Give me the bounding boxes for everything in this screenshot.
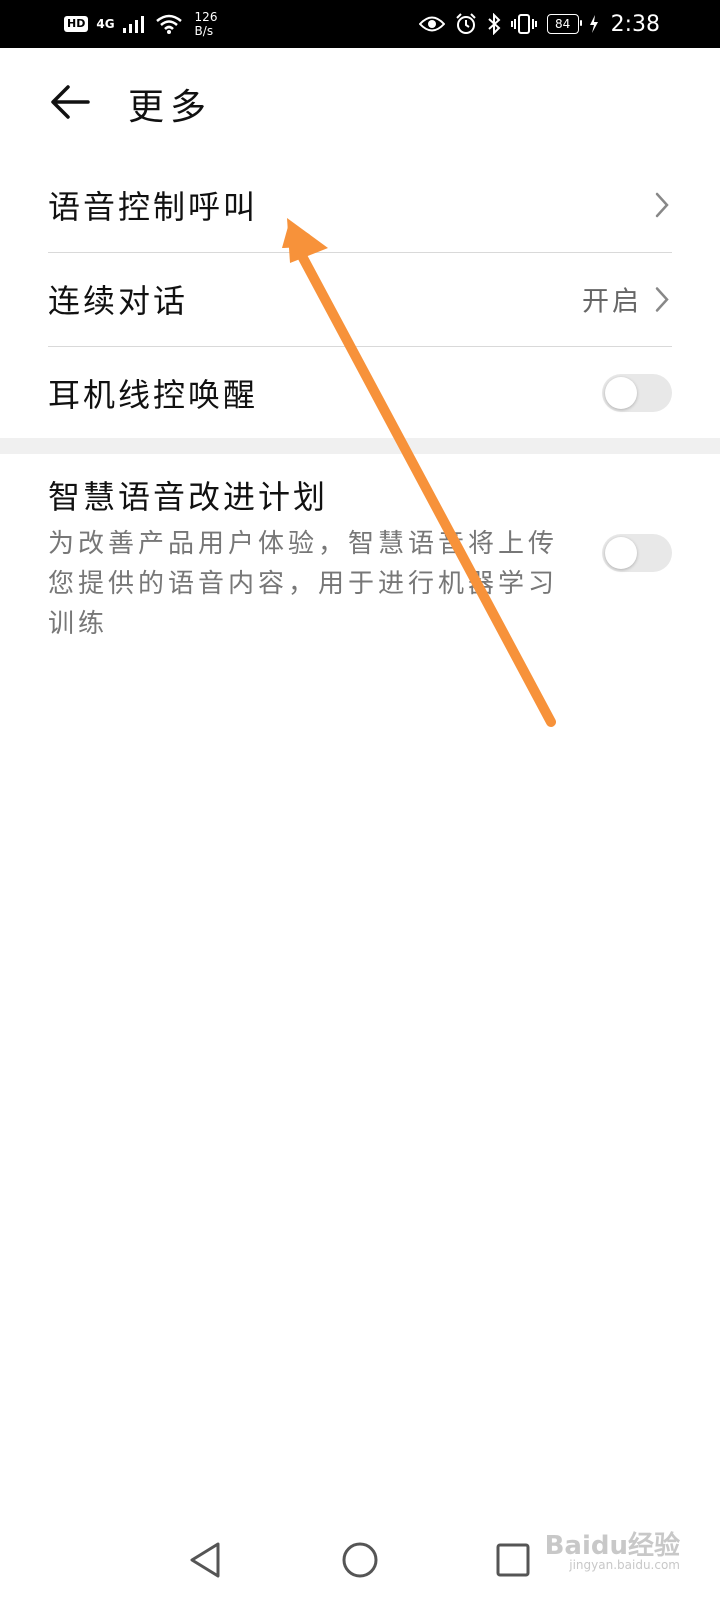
nav-recents-button[interactable] (485, 1532, 541, 1588)
charging-icon (589, 15, 598, 33)
status-right: 84 2:38 (418, 0, 660, 48)
eye-icon (418, 16, 445, 32)
chevron-right-icon (655, 192, 669, 218)
improvement-plan-toggle[interactable] (602, 534, 672, 572)
headset-wakeup-toggle[interactable] (602, 374, 672, 412)
circle-home-icon (342, 1542, 378, 1578)
toggle-knob (605, 537, 637, 569)
improvement-plan-setting: 智慧语音改进计划 为改善产品用户体验，智慧语音将上传您提供的语音内容，用于进行机… (48, 472, 672, 642)
headset-wakeup-right (602, 374, 672, 412)
square-recents-icon (496, 1543, 530, 1577)
signal-icon (122, 16, 144, 33)
headset-wakeup-label: 耳机线控唤醒 (48, 376, 259, 414)
improvement-plan-title: 智慧语音改进计划 (48, 478, 329, 516)
page-title: 更多 (128, 87, 213, 128)
chevron-right-icon (655, 286, 669, 312)
voice-call-right (652, 190, 672, 220)
section-divider (0, 438, 720, 454)
speed-value: 126 (194, 10, 218, 24)
speed-unit: B/s (194, 24, 214, 38)
continuous-dialog-setting[interactable]: 连续对话 开启 (48, 252, 672, 347)
improvement-plan-description: 为改善产品用户体验，智慧语音将上传您提供的语音内容，用于进行机器学习训练 (48, 529, 559, 639)
continuous-dialog-value: 开启 (582, 286, 642, 318)
headset-wakeup-setting: 耳机线控唤醒 (48, 346, 672, 440)
voice-call-label: 语音控制呼叫 (48, 188, 259, 226)
continuous-dialog-right: 开启 (582, 280, 672, 319)
hd-badge: HD (64, 16, 89, 32)
nav-home-button[interactable] (332, 1532, 388, 1588)
wifi-icon (155, 14, 182, 34)
voice-call-setting[interactable]: 语音控制呼叫 (48, 158, 672, 253)
clock: 2:38 (610, 11, 660, 37)
toggle-knob (605, 377, 637, 409)
watermark: Baidu经验 jingyan.baidu.com (545, 1525, 680, 1572)
triangle-back-icon (190, 1542, 220, 1578)
alarm-icon (455, 13, 476, 34)
back-arrow-icon (51, 85, 90, 119)
network-speed: 126 B/s (195, 10, 218, 38)
nav-back-button[interactable] (178, 1532, 234, 1588)
continuous-dialog-label: 连续对话 (48, 282, 189, 320)
bluetooth-icon (487, 13, 501, 35)
network-type: 4G (96, 17, 115, 31)
watermark-brand: Baidu经验 (544, 1531, 680, 1561)
app-header: 更多 (0, 48, 720, 158)
battery-indicator: 84 (546, 14, 582, 34)
status-left: HD 4G 126 B/s (64, 0, 217, 48)
vibrate-icon (510, 14, 537, 34)
status-bar: HD 4G 126 B/s 84 2:38 (0, 0, 720, 48)
screen: HD 4G 126 B/s 84 2:38 更多 语音控制呼叫 连续对话 开启 … (0, 0, 720, 1600)
back-button[interactable] (48, 80, 92, 124)
